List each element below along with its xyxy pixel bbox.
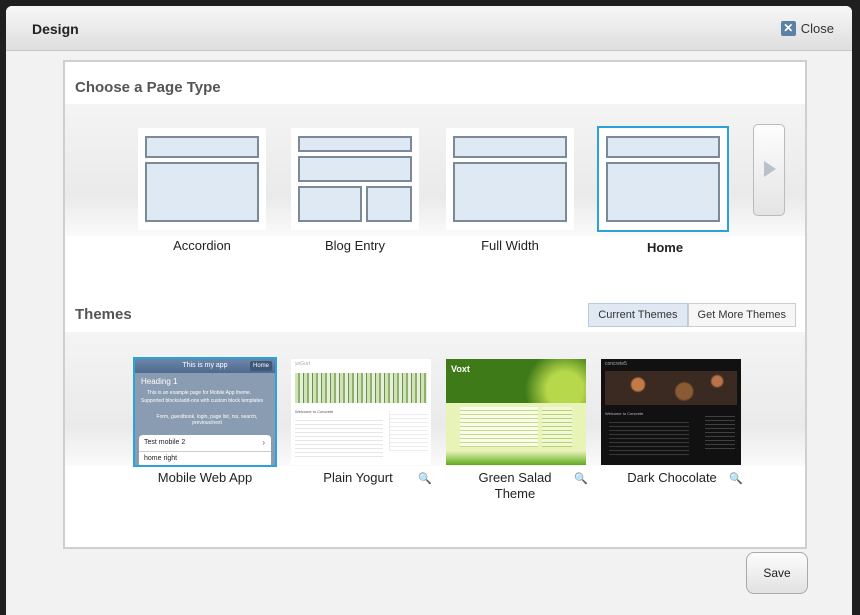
- dialog-title: Design: [32, 21, 79, 37]
- chevron-right-icon: ›: [262, 438, 265, 447]
- arrow-right-icon: [764, 161, 776, 177]
- page-type-full-width[interactable]: [446, 128, 574, 240]
- dark-chocolate-welcome: Welcome to Concrete: [605, 411, 644, 416]
- page-type-label-accordion: Accordion: [173, 238, 231, 253]
- theme-label-mobile-web-app: Mobile Web App: [157, 470, 253, 485]
- theme-label-dark-chocolate: Dark Chocolate: [627, 470, 717, 485]
- design-dialog: Design ✕ Close Choose a Page Type Accord…: [6, 6, 852, 615]
- save-button[interactable]: Save: [746, 552, 808, 594]
- dialog-titlebar: Design ✕ Close: [6, 6, 852, 51]
- page-type-blog-entry[interactable]: [291, 128, 419, 240]
- design-panel: Choose a Page Type Accordion Blog Entry: [63, 60, 807, 549]
- plain-yogurt-welcome: Welcome to Concrete: [295, 409, 334, 414]
- page-type-heading: Choose a Page Type: [75, 79, 221, 96]
- tab-get-more-themes[interactable]: Get More Themes: [687, 303, 796, 327]
- home-thumbnail: [597, 126, 729, 232]
- close-button[interactable]: ✕ Close: [780, 21, 834, 36]
- close-icon: ✕: [780, 21, 796, 36]
- zoom-icon[interactable]: 🔍: [574, 472, 588, 485]
- themes-heading: Themes: [75, 306, 132, 323]
- page-type-label-home: Home: [646, 240, 684, 255]
- theme-dark-chocolate[interactable]: concrete5 Welcome to Concrete: [601, 359, 741, 465]
- full-width-thumbnail: [446, 128, 574, 230]
- theme-green-salad[interactable]: Voxt: [446, 359, 586, 465]
- mobile-app-line2: Supported blocks/add-ons with custom blo…: [141, 398, 264, 404]
- page-type-accordion[interactable]: [138, 128, 266, 240]
- theme-mobile-web-app[interactable]: This is my app Home Heading 1 This is an…: [133, 357, 277, 467]
- accordion-thumbnail: [138, 128, 266, 230]
- mobile-app-line3: Form, guestbook, login, page list, rss, …: [156, 414, 258, 426]
- mobile-app-heading: Heading 1: [141, 377, 178, 386]
- zoom-icon[interactable]: 🔍: [418, 472, 432, 485]
- close-label: Close: [800, 21, 834, 36]
- theme-label-plain-yogurt: Plain Yogurt: [323, 470, 393, 485]
- mobile-app-list: Test mobile 2 › home right: [139, 435, 271, 465]
- mobile-app-row-1: Test mobile 2: [144, 439, 186, 446]
- mobile-app-header-button: Home: [249, 361, 272, 371]
- page-type-label-full-width: Full Width: [481, 238, 539, 253]
- dark-chocolate-brand: concrete5: [605, 361, 627, 367]
- blog-entry-thumbnail: [291, 128, 419, 230]
- tab-current-themes[interactable]: Current Themes: [588, 303, 688, 327]
- green-salad-brand: Voxt: [451, 364, 470, 374]
- theme-plain-yogurt[interactable]: yoGurt Welcome to Concrete: [291, 359, 431, 465]
- page-type-label-blog-entry: Blog Entry: [325, 238, 385, 253]
- themes-tabs: Current Themes Get More Themes: [588, 303, 796, 327]
- plain-yogurt-brand: yoGurt: [295, 361, 311, 367]
- mobile-app-row-2: home right: [144, 455, 178, 462]
- dark-chocolate-banner: [605, 371, 737, 405]
- next-page-types-button[interactable]: [753, 124, 785, 216]
- page-type-home[interactable]: [597, 126, 729, 240]
- plain-yogurt-banner: [295, 373, 427, 403]
- mobile-app-line1: This is an example page for Mobile App t…: [147, 390, 252, 396]
- zoom-icon[interactable]: 🔍: [729, 472, 743, 485]
- theme-label-green-salad: Green Salad Theme: [478, 470, 552, 501]
